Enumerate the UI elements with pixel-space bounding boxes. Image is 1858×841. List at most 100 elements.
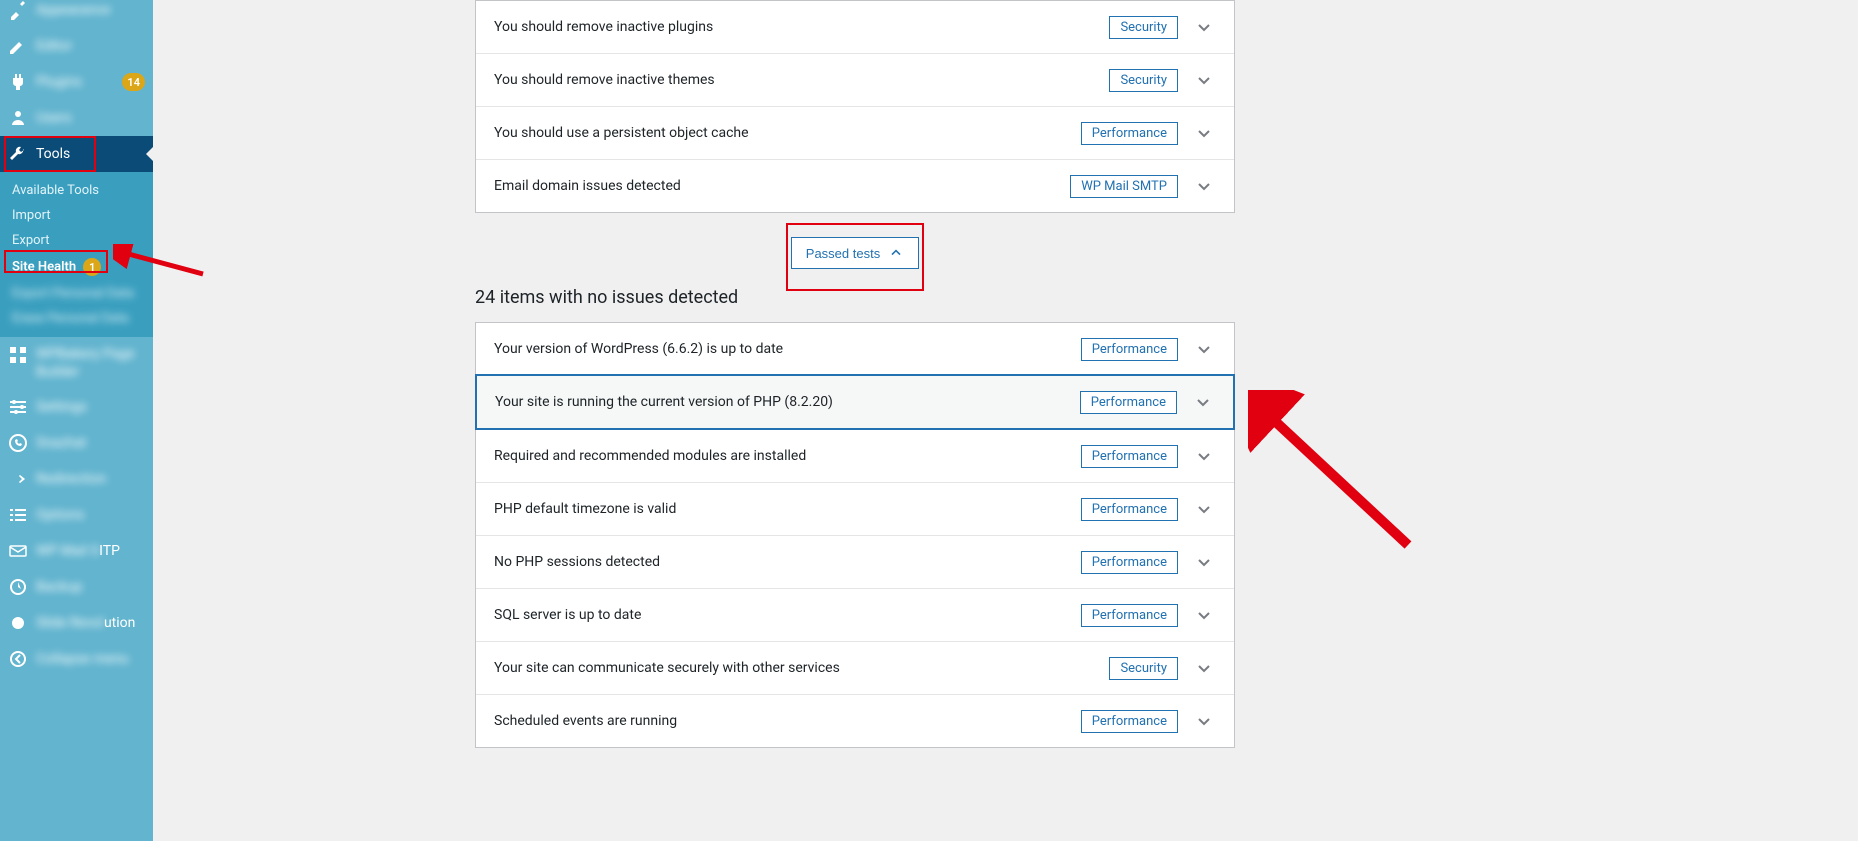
collapse-icon — [8, 649, 28, 669]
health-check-row[interactable]: You should use a persistent object cache… — [476, 106, 1234, 159]
submenu-export-personal-data[interactable]: Export Personal Data — [0, 281, 153, 306]
sidebar-item-label: Redirection — [36, 471, 145, 487]
health-check-text: Required and recommended modules are ins… — [494, 448, 1081, 464]
sidebar-item-label: Collapse menu — [36, 651, 145, 667]
chevron-down-icon[interactable] — [1192, 337, 1216, 361]
submenu-export[interactable]: Export — [0, 228, 153, 253]
health-check-tag: Security — [1109, 69, 1178, 92]
health-check-row[interactable]: Email domain issues detected WP Mail SMT… — [476, 159, 1234, 212]
issues-panel: You should remove inactive plugins Secur… — [475, 0, 1235, 213]
health-check-row[interactable]: SQL server is up to date Performance — [476, 588, 1234, 641]
user-icon — [8, 108, 28, 128]
chevron-down-icon[interactable] — [1192, 550, 1216, 574]
sidebar-item-label: Settings — [36, 399, 145, 415]
plugin-icon — [8, 72, 28, 92]
health-check-tag: Performance — [1081, 498, 1178, 521]
sidebar-item-label: Editor — [36, 38, 145, 54]
chevron-down-icon[interactable] — [1192, 121, 1216, 145]
health-check-tag: Security — [1109, 16, 1178, 39]
health-check-row[interactable]: Required and recommended modules are ins… — [476, 429, 1234, 482]
submenu-import[interactable]: Import — [0, 203, 153, 228]
chevron-down-icon[interactable] — [1192, 174, 1216, 198]
admin-sidebar: Appearance Editor Plugins 14 Users Tools… — [0, 0, 153, 841]
chevron-down-icon[interactable] — [1192, 603, 1216, 627]
health-check-tag: Security — [1109, 657, 1178, 680]
sidebar-item-wp-mail-smtp[interactable]: WP Mail SITP — [0, 533, 153, 569]
health-check-row-php[interactable]: Your site is running the current version… — [475, 374, 1235, 430]
health-check-text: Scheduled events are running — [494, 713, 1081, 729]
health-check-row[interactable]: Your version of WordPress (6.6.2) is up … — [476, 323, 1234, 375]
circle-icon — [8, 613, 28, 633]
plugins-update-badge: 14 — [122, 73, 145, 91]
sidebar-item-users[interactable]: Users — [0, 100, 153, 136]
chevron-down-icon[interactable] — [1192, 497, 1216, 521]
health-check-text: Email domain issues detected — [494, 178, 1070, 194]
sidebar-item-settings[interactable]: Settings — [0, 389, 153, 425]
sidebar-item-slider-revolution[interactable]: Slide Revolution — [0, 605, 153, 641]
wrench-icon — [8, 144, 28, 164]
health-check-text: Your site can communicate securely with … — [494, 660, 1109, 676]
sidebar-item-label: Snazhat — [36, 435, 145, 451]
health-check-tag: Performance — [1081, 710, 1178, 733]
passed-tests-toggle[interactable]: Passed tests — [791, 237, 919, 269]
health-check-text: You should remove inactive plugins — [494, 19, 1109, 35]
chevron-down-icon[interactable] — [1192, 656, 1216, 680]
sidebar-item-appearance[interactable]: Appearance — [0, 0, 153, 28]
sidebar-item-label: WP Mail SITP — [36, 543, 145, 559]
sidebar-item-plugins[interactable]: Plugins 14 — [0, 64, 153, 100]
health-check-row[interactable]: You should remove inactive themes Securi… — [476, 53, 1234, 106]
sidebar-item-wpbakery[interactable]: WPBakery Page Builder — [0, 337, 153, 389]
sidebar-item-label: Options — [36, 507, 145, 523]
sidebar-item-label: Users — [36, 110, 145, 126]
whatsapp-icon — [8, 433, 28, 453]
chevron-down-icon[interactable] — [1192, 444, 1216, 468]
submenu-label: Erase Personal Data — [12, 311, 129, 326]
submenu-erase-personal-data[interactable]: Erase Personal Data — [0, 306, 153, 331]
annotation-arrow-php-row — [1248, 390, 1418, 560]
health-check-text: No PHP sessions detected — [494, 554, 1081, 570]
health-check-tag: Performance — [1081, 604, 1178, 627]
passed-tests-wrapper: Passed tests — [475, 237, 1235, 269]
health-check-row[interactable]: No PHP sessions detected Performance — [476, 535, 1234, 588]
sidebar-item-label: Slide Revolution — [36, 615, 145, 631]
health-check-row[interactable]: PHP default timezone is valid Performanc… — [476, 482, 1234, 535]
sidebar-item-label: Tools — [36, 146, 145, 162]
redirect-icon — [8, 469, 28, 489]
backup-icon — [8, 577, 28, 597]
health-check-text: You should use a persistent object cache — [494, 125, 1081, 141]
pencil-icon — [8, 36, 28, 56]
health-check-text: PHP default timezone is valid — [494, 501, 1081, 517]
chevron-up-icon — [888, 245, 904, 261]
chevron-down-icon[interactable] — [1191, 390, 1215, 414]
sidebar-item-options[interactable]: Options — [0, 497, 153, 533]
passed-panel: Your version of WordPress (6.6.2) is up … — [475, 322, 1235, 748]
health-check-tag: Performance — [1081, 551, 1178, 574]
brush-icon — [8, 0, 28, 20]
chevron-down-icon[interactable] — [1192, 68, 1216, 92]
sidebar-item-label: Appearance — [36, 2, 145, 18]
sidebar-item-editor[interactable]: Editor — [0, 28, 153, 64]
submenu-site-health[interactable]: Site Health 1 — [0, 253, 153, 281]
health-check-text: SQL server is up to date — [494, 607, 1081, 623]
sidebar-item-backup[interactable]: Backup — [0, 569, 153, 605]
sidebar-item-label: Plugins — [36, 74, 110, 90]
passed-tests-label: Passed tests — [806, 246, 880, 261]
submenu-label: Available Tools — [12, 183, 99, 198]
sidebar-item-snazhat[interactable]: Snazhat — [0, 425, 153, 461]
chevron-down-icon[interactable] — [1192, 709, 1216, 733]
submenu-available-tools[interactable]: Available Tools — [0, 178, 153, 203]
sidebar-item-collapse-menu[interactable]: Collapse menu — [0, 641, 153, 677]
sliders-icon — [8, 397, 28, 417]
health-check-row[interactable]: Your site can communicate securely with … — [476, 641, 1234, 694]
health-check-row[interactable]: You should remove inactive plugins Secur… — [476, 1, 1234, 53]
sidebar-item-redirection[interactable]: Redirection — [0, 461, 153, 497]
health-check-text: Your version of WordPress (6.6.2) is up … — [494, 341, 1081, 357]
submenu-label: Import — [12, 208, 51, 223]
health-check-tag: Performance — [1080, 391, 1177, 414]
health-check-text: You should remove inactive themes — [494, 72, 1109, 88]
health-check-row[interactable]: Scheduled events are running Performance — [476, 694, 1234, 747]
chevron-down-icon[interactable] — [1192, 15, 1216, 39]
submenu-label: Export — [12, 233, 50, 248]
sidebar-item-tools[interactable]: Tools — [0, 136, 153, 172]
health-check-tag: Performance — [1081, 445, 1178, 468]
